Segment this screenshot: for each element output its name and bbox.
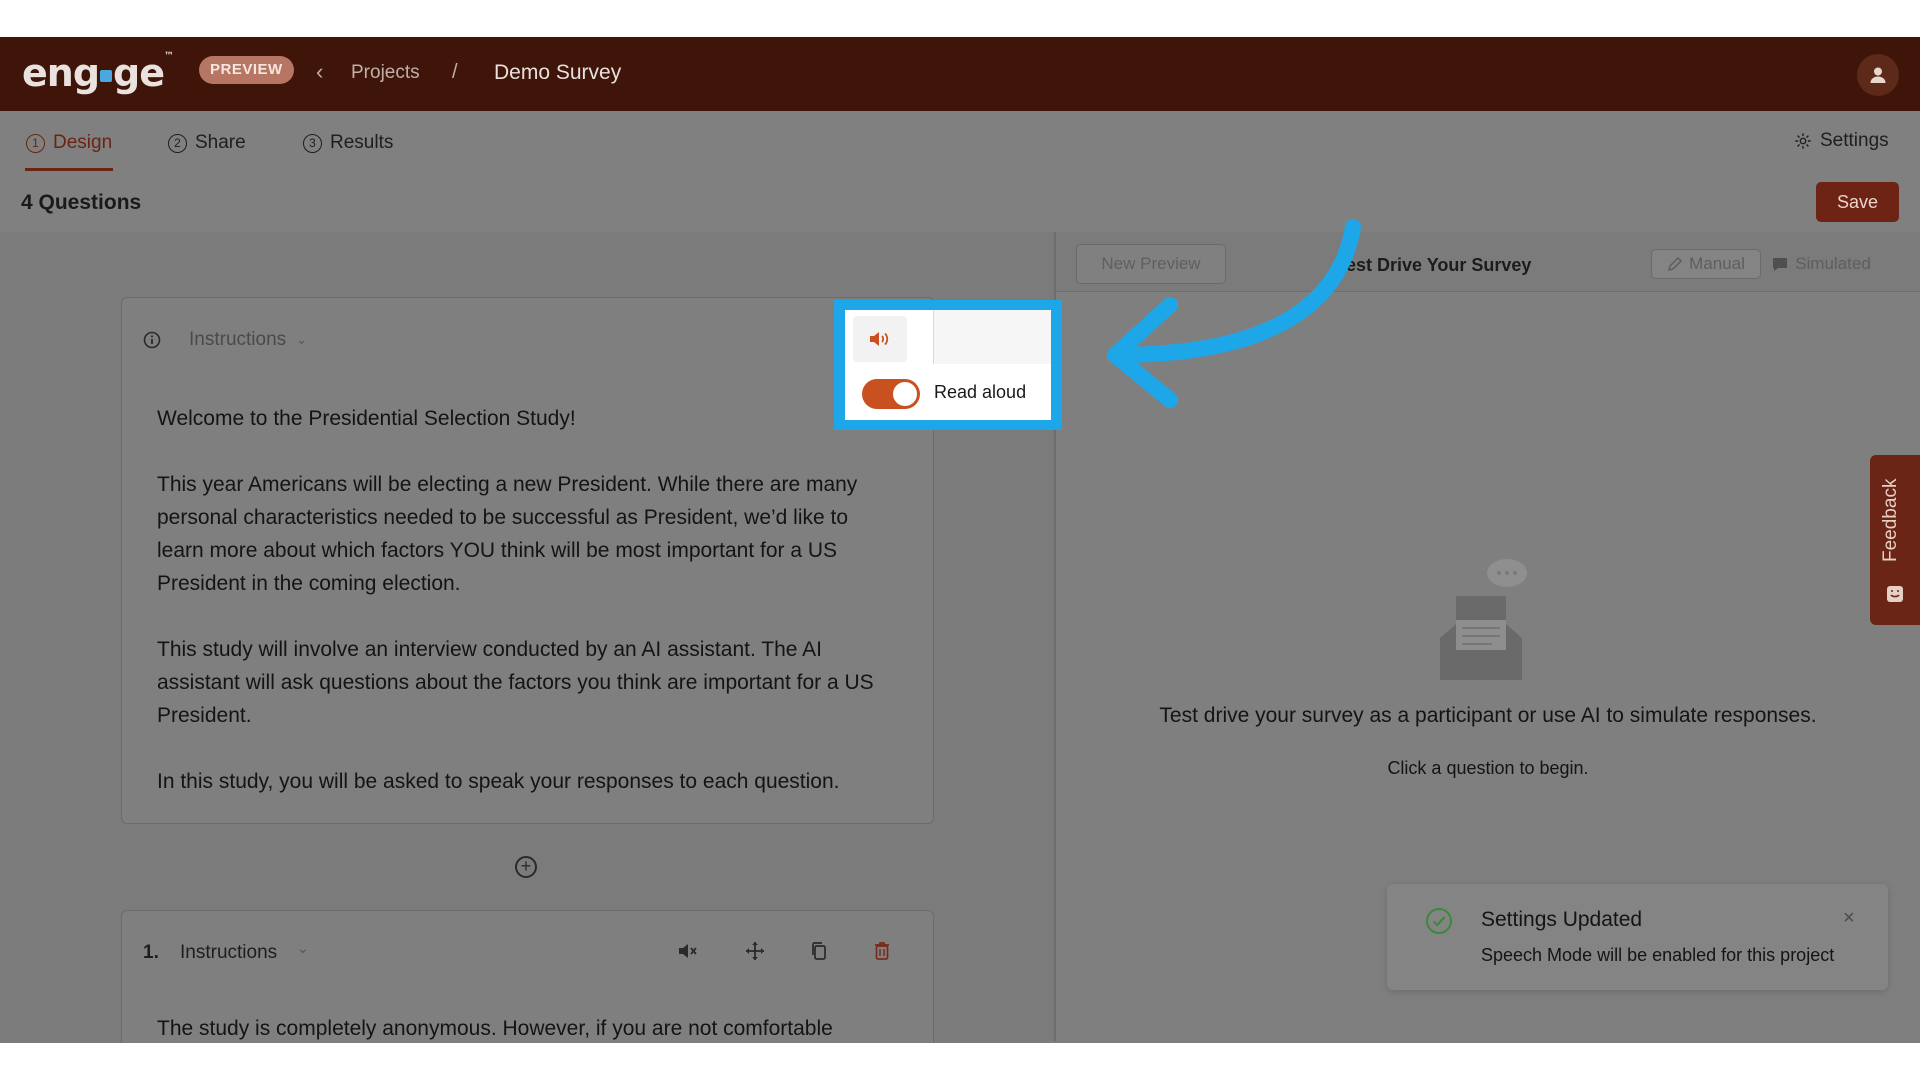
tab-label: Results bbox=[330, 132, 394, 153]
feedback-label: Feedback bbox=[1880, 478, 1901, 562]
chevron-down-icon: ⌄ bbox=[296, 332, 308, 347]
toast-title: Settings Updated bbox=[1481, 908, 1643, 931]
step-number: 3 bbox=[303, 133, 322, 153]
toast-notification bbox=[1387, 884, 1888, 990]
duplicate-icon[interactable] bbox=[807, 939, 831, 963]
manual-mode-button[interactable]: Manual bbox=[1651, 249, 1761, 279]
speaker-icon bbox=[870, 332, 889, 346]
question-count: 4 Questions bbox=[21, 191, 142, 214]
settings-label: Settings bbox=[1820, 130, 1889, 151]
empty-state-subtitle: Click a question to begin. bbox=[1387, 758, 1589, 778]
tab-label: Share bbox=[195, 132, 246, 153]
toggle-knob bbox=[893, 382, 917, 406]
logo-dot bbox=[100, 69, 113, 82]
chat-icon bbox=[1773, 258, 1788, 271]
intro-paragraph: This year Americans will be electing a n… bbox=[157, 473, 858, 595]
bottom-margin bbox=[0, 1043, 1920, 1080]
back-chevron-icon[interactable]: ‹ bbox=[316, 59, 323, 85]
simulated-label: Simulated bbox=[1795, 254, 1871, 273]
breadcrumb-separator: / bbox=[452, 61, 458, 83]
empty-state-title: Test drive your survey as a participant … bbox=[1159, 704, 1817, 727]
smile-icon bbox=[1887, 586, 1903, 602]
question-number: 1. bbox=[143, 942, 159, 963]
intro-paragraph: This study will involve an interview con… bbox=[157, 638, 874, 727]
annotation-arrow bbox=[1107, 219, 1361, 408]
add-question-button[interactable]: + bbox=[515, 856, 537, 878]
preview-badge: PREVIEW bbox=[199, 56, 294, 84]
engage-logo[interactable]: eng ge™ bbox=[22, 51, 174, 95]
intro-card-header[interactable]: Instructions ⌄ bbox=[143, 329, 307, 351]
simulated-mode-button[interactable]: Simulated bbox=[1761, 249, 1881, 279]
intro-text[interactable]: Welcome to the Presidential Selection St… bbox=[157, 402, 897, 831]
intro-type-label: Instructions bbox=[189, 329, 287, 350]
tab-share[interactable]: 2 Share bbox=[168, 131, 246, 155]
popup-divider bbox=[933, 310, 934, 364]
active-tab-indicator bbox=[25, 168, 113, 171]
question-text[interactable]: The study is completely anonymous. Howev… bbox=[157, 1017, 833, 1041]
pencil-icon bbox=[1668, 256, 1683, 272]
manual-label: Manual bbox=[1689, 254, 1745, 273]
speaker-button[interactable] bbox=[853, 316, 907, 362]
step-number: 1 bbox=[26, 133, 45, 153]
intro-paragraph: In this study, you will be asked to spea… bbox=[157, 770, 840, 793]
popup-toolbar-blank bbox=[934, 310, 1051, 364]
user-icon bbox=[1870, 67, 1886, 83]
preview-title: est Drive Your Survey bbox=[1346, 255, 1532, 275]
check-circle-icon bbox=[1426, 908, 1452, 934]
tab-design[interactable]: 1 Design bbox=[26, 131, 112, 155]
gear-icon bbox=[1795, 133, 1811, 149]
move-icon[interactable] bbox=[743, 939, 767, 963]
mode-toggle: Manual Simulated bbox=[1651, 247, 1881, 281]
toast-message: Speech Mode will be enabled for this pro… bbox=[1481, 945, 1835, 965]
save-button[interactable]: Save bbox=[1816, 182, 1899, 222]
close-icon[interactable]: × bbox=[1843, 907, 1855, 930]
tab-bar bbox=[0, 111, 1920, 173]
read-aloud-toggle[interactable] bbox=[862, 379, 920, 409]
read-aloud-label: Read aloud bbox=[934, 382, 1027, 402]
mute-icon[interactable] bbox=[676, 939, 700, 963]
settings-button[interactable]: Settings bbox=[1794, 130, 1889, 152]
top-bar: eng ge™ PREVIEW ‹ Projects / Demo Survey bbox=[0, 37, 1920, 111]
inbox-illustration bbox=[1440, 559, 1527, 680]
breadcrumb-projects-link[interactable]: Projects bbox=[351, 62, 420, 84]
chevron-down-icon[interactable]: ⌄ bbox=[297, 940, 309, 957]
trash-icon[interactable] bbox=[870, 939, 894, 963]
info-icon bbox=[143, 331, 161, 349]
tab-results[interactable]: 3 Results bbox=[303, 131, 393, 155]
user-avatar-button[interactable] bbox=[1857, 54, 1899, 96]
question-header-row bbox=[0, 172, 1920, 232]
breadcrumb-current: Demo Survey bbox=[494, 61, 622, 84]
tab-label: Design bbox=[53, 132, 113, 153]
intro-paragraph: Welcome to the Presidential Selection St… bbox=[157, 407, 576, 430]
step-number: 2 bbox=[168, 133, 187, 153]
question-type-label[interactable]: Instructions bbox=[180, 942, 277, 964]
